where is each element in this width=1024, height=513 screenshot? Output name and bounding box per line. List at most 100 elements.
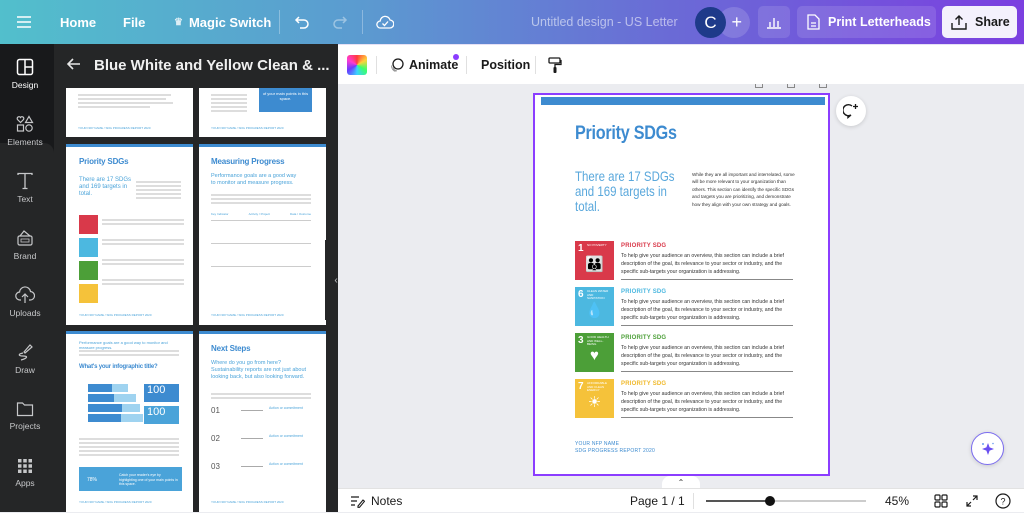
rail-label: Apps (15, 478, 35, 488)
page-duplicate-icon[interactable] (787, 84, 795, 88)
thumb-footer: YOUR NFP NAME / SDG PROGRESS REPORT 2020 (78, 126, 151, 130)
thumb-highlight: of your main points in this space. (259, 88, 312, 112)
add-comment-button[interactable] (836, 96, 866, 126)
color-button[interactable] (347, 45, 367, 85)
file-menu[interactable]: File (123, 0, 145, 44)
step-label: Action or commitment (269, 462, 303, 466)
stat-box: 100 (144, 406, 179, 424)
cloud-upload-icon (15, 286, 35, 303)
rail-item-design[interactable]: Design (0, 46, 50, 102)
page-lock-icon[interactable] (755, 84, 763, 88)
home-button[interactable]: Home (60, 0, 96, 44)
page-headline[interactable]: There are 17 SDGs and 169 targets in tot… (575, 169, 682, 214)
sdg-tile: 3 GOOD HEALTH AND WELL-BEING ♥ (575, 333, 614, 372)
menu-button[interactable] (16, 0, 32, 44)
template-page-thumb[interactable]: Priority SDGs There are 17 SDGs and 169 … (66, 144, 193, 325)
grid-view-button[interactable] (934, 489, 948, 513)
zoom-level[interactable]: 45% (885, 489, 909, 513)
page-header-bar[interactable] (541, 97, 825, 105)
rail-item-brand[interactable]: Brand (0, 217, 50, 273)
rail-item-text[interactable]: Text (0, 160, 50, 216)
rail-label: Text (17, 194, 33, 204)
save-status-button[interactable] (376, 0, 394, 44)
template-page-thumb[interactable]: Performance goals are a good way to moni… (66, 331, 193, 512)
rail-item-projects[interactable]: Projects (0, 388, 50, 444)
text-icon (17, 172, 33, 190)
page-delete-icon[interactable] (819, 84, 827, 88)
thumb-subtitle: There are 17 SDGs and 169 targets in tot… (79, 177, 132, 197)
brand-icon (17, 230, 33, 246)
position-button[interactable]: Position (481, 45, 530, 85)
fullscreen-button[interactable] (965, 489, 979, 513)
sparkle-icon (981, 442, 994, 455)
sdg-item[interactable]: 6 CLEAN WATER AND SANITATION 💧 PRIORITY … (575, 287, 795, 331)
page-paragraph[interactable]: While they are all important and interre… (692, 171, 796, 208)
back-button[interactable] (66, 56, 82, 77)
share-button[interactable]: Share (942, 6, 1017, 38)
help-button[interactable]: ? (995, 489, 1011, 513)
page-footer[interactable]: YOUR NFP NAME SDG PROGRESS REPORT 2020 (575, 441, 655, 454)
chevron-up-icon: ⌃ (677, 477, 685, 487)
divider (621, 417, 793, 418)
page-indicator[interactable]: Page 1 / 1 (630, 489, 685, 513)
notes-label: Notes (371, 494, 403, 508)
document-icon (807, 14, 820, 30)
sdg-description: To help give your audience an overview, … (621, 299, 784, 321)
sdg-thumb-7 (79, 284, 98, 303)
plus-icon: + (731, 12, 742, 32)
rail-item-uploads[interactable]: Uploads (0, 274, 50, 330)
divider (362, 10, 363, 34)
notes-button[interactable]: Notes (350, 489, 402, 513)
heartbeat-icon: ♥ (590, 347, 599, 364)
magic-switch-label: Magic Switch (188, 14, 272, 30)
zoom-slider-handle[interactable] (765, 496, 775, 506)
sdg-tile: 7 AFFORDABLE AND CLEAN ENERGY ☀ (575, 379, 614, 418)
help-icon: ? (995, 493, 1011, 509)
thumb-title: Priority SDGs (79, 157, 129, 166)
gauge-value: 78% (87, 477, 98, 483)
sdg-tile: 1 NO POVERTY 👪 (575, 241, 614, 280)
document-title[interactable]: Untitled design - US Letter (531, 0, 678, 44)
sdg-item[interactable]: 7 AFFORDABLE AND CLEAN ENERGY ☀ PRIORITY… (575, 379, 795, 423)
design-page[interactable]: Priority SDGs There are 17 SDGs and 169 … (533, 93, 830, 476)
arrow-left-icon (66, 58, 80, 70)
step-number: 03 (211, 462, 220, 471)
show-pages-button[interactable]: ⌃ (662, 476, 700, 488)
sdg-item[interactable]: 3 GOOD HEALTH AND WELL-BEING ♥ PRIORITY … (575, 333, 795, 377)
water-drop-icon: 💧 (585, 302, 604, 319)
thumb-title: Next Steps (211, 344, 251, 353)
upload-icon (951, 14, 967, 30)
redo-button[interactable] (332, 0, 348, 44)
undo-button[interactable] (294, 0, 310, 44)
template-page-thumb[interactable]: of your main points in this space. YOUR … (199, 88, 326, 137)
top-bar: Home File ♛ Magic Switch Untitled design… (0, 0, 1024, 44)
svg-text:?: ? (1000, 497, 1005, 507)
animate-button[interactable]: Animate (389, 45, 459, 85)
magic-assistant-button[interactable] (971, 432, 1004, 465)
page-title[interactable]: Priority SDGs (575, 123, 677, 145)
redo-icon (333, 16, 348, 29)
magic-switch-button[interactable]: ♛ Magic Switch (174, 0, 271, 44)
comment-add-icon (843, 103, 858, 119)
insights-button[interactable] (758, 6, 790, 38)
template-page-thumb[interactable]: YOUR NFP NAME / SDG PROGRESS REPORT 2020 (66, 88, 193, 137)
rail-item-draw[interactable]: Draw (0, 331, 50, 387)
thumb-table-header: Key Indicator Activity / Project Data / … (211, 212, 311, 216)
rail-item-elements[interactable]: Elements (0, 103, 50, 159)
thumb-subtitle: Where do you go from here? Sustainabilit… (211, 360, 307, 380)
sdg-heading: PRIORITY SDG (621, 289, 667, 295)
sdg-number: 3 (578, 335, 584, 346)
print-letterheads-button[interactable]: Print Letterheads (797, 6, 936, 38)
avatar[interactable]: C (695, 7, 726, 38)
cloud-saved-icon (376, 15, 394, 29)
template-page-thumb[interactable]: Measuring Progress Performance goals are… (199, 144, 326, 325)
rail-label: Uploads (9, 308, 41, 318)
sdg-item[interactable]: 1 NO POVERTY 👪 PRIORITY SDG To help give… (575, 241, 795, 285)
template-page-thumb[interactable]: Next Steps Where do you go from here? Su… (199, 331, 326, 512)
sdg-description: To help give your audience an overview, … (621, 345, 784, 367)
copy-style-button[interactable] (548, 45, 562, 85)
panel-title: Blue White and Yellow Clean & ... (94, 57, 330, 74)
thumb-footer: YOUR NFP NAME / SDG PROGRESS REPORT 2020 (211, 126, 284, 130)
rail-item-apps[interactable]: Apps (0, 445, 50, 501)
bottom-bar: Notes Page 1 / 1 45% ? (338, 488, 1024, 512)
